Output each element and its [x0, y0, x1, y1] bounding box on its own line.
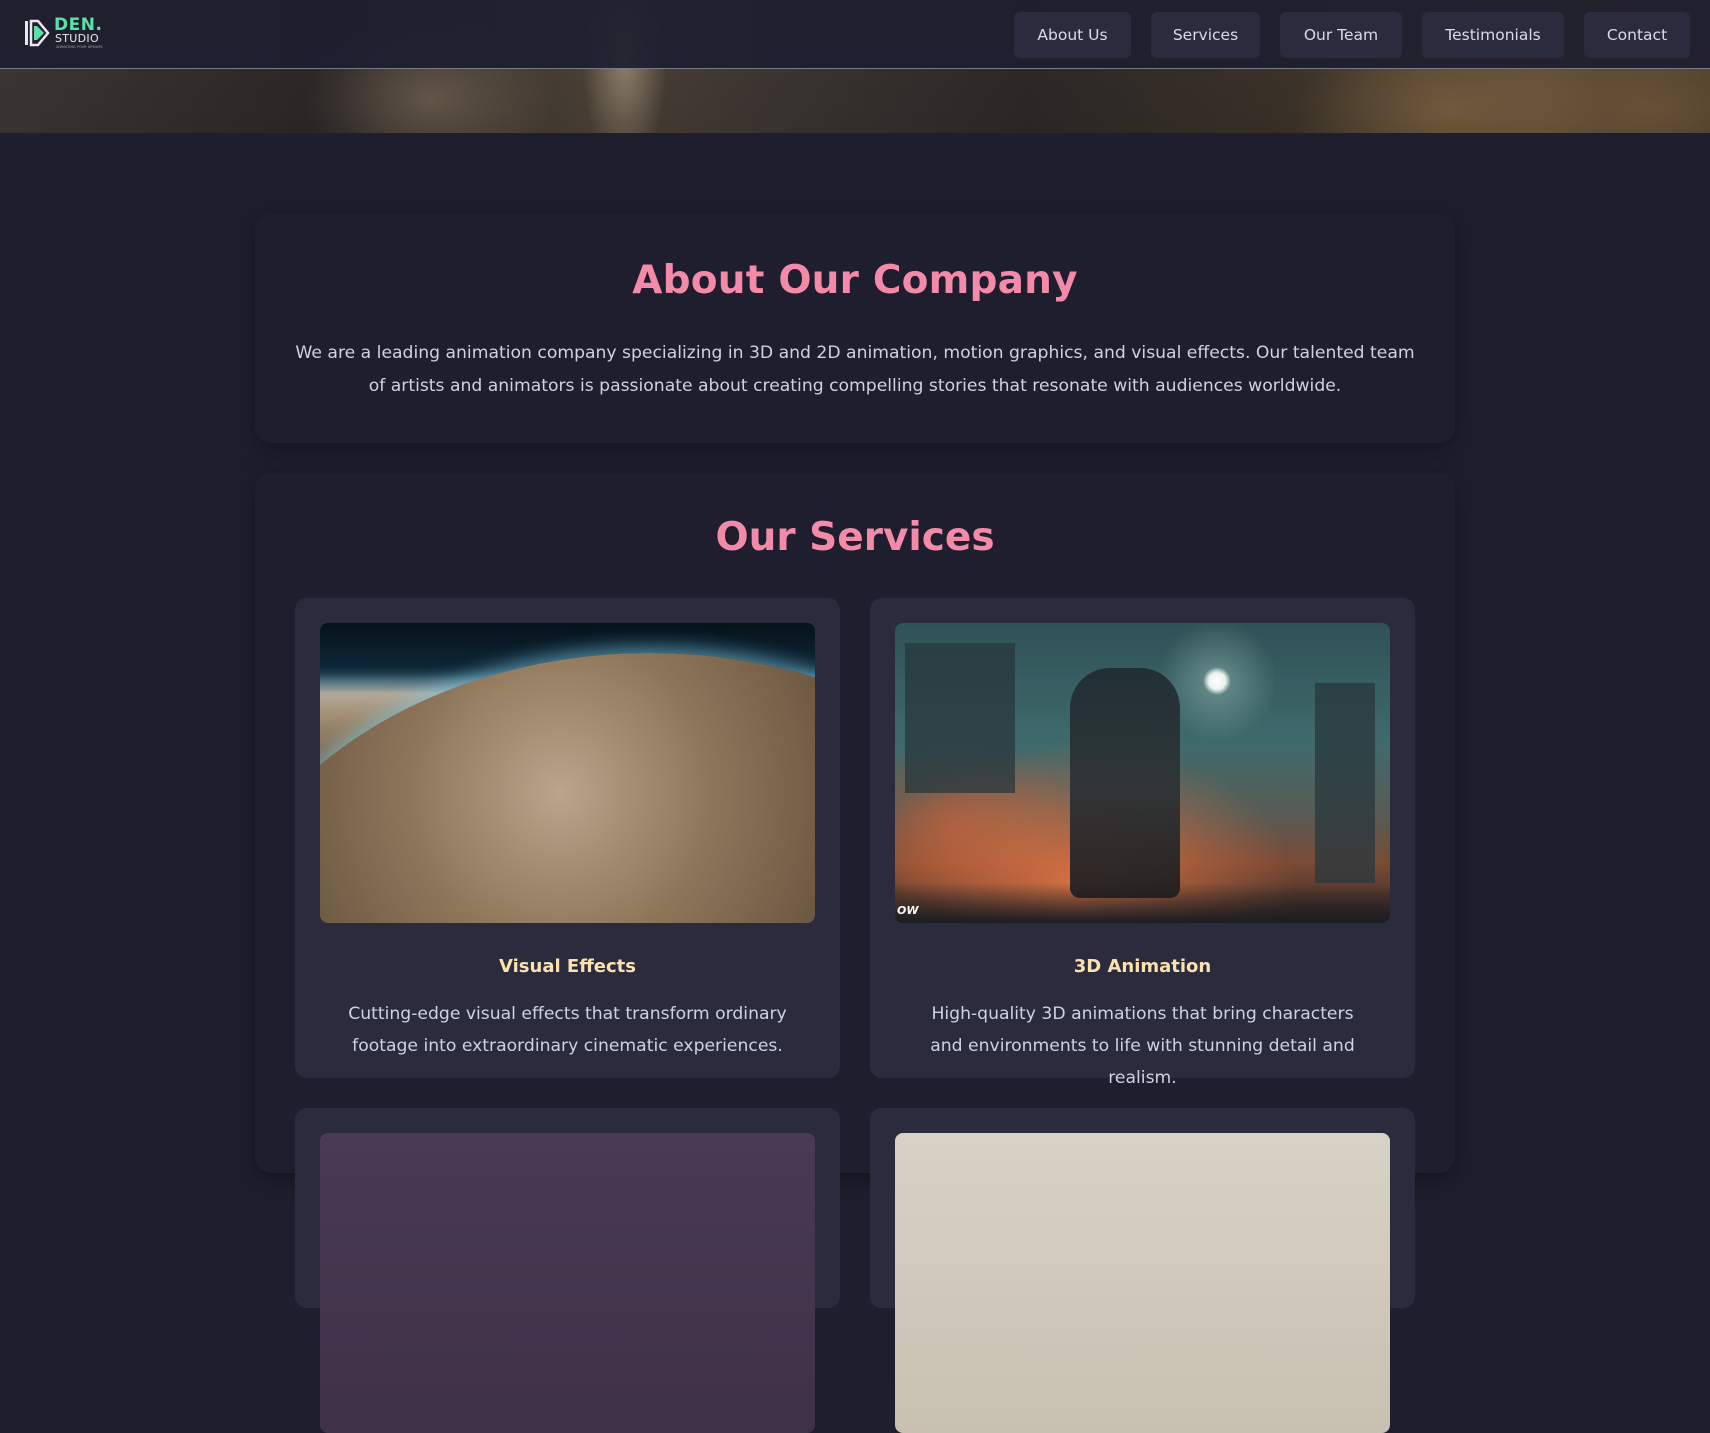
about-section: About Our Company We are a leading anima…	[255, 213, 1455, 443]
nav-about-us-button[interactable]: About Us	[1014, 12, 1131, 58]
warrior-scene-image: OW	[895, 623, 1390, 923]
service-card-partial-left[interactable]	[295, 1108, 840, 1433]
planet-surface	[320, 653, 815, 923]
service-description: Cutting-edge visual effects that transfo…	[348, 1004, 787, 1056]
service-title: Visual Effects	[499, 956, 636, 977]
service-image-partial-right	[895, 1133, 1390, 1433]
logo[interactable]: DEN. STUDIO ANIMATING YOUR DREAMS	[24, 15, 110, 51]
nav-testimonials-button[interactable]: Testimonials	[1422, 12, 1564, 58]
logo-tagline: ANIMATING YOUR DREAMS	[56, 45, 103, 49]
about-title: About Our Company	[632, 258, 1078, 303]
logo-mark-icon	[25, 19, 50, 47]
service-card-partial-right[interactable]	[870, 1108, 1415, 1433]
ruin-right	[1315, 683, 1375, 883]
logo-wordmark-studio: STUDIO	[55, 32, 99, 45]
service-image-partial-left	[320, 1133, 815, 1433]
planet-horizon-image	[320, 623, 815, 923]
service-card-3d-animation[interactable]: OW 3D Animation High-quality 3D animatio…	[870, 598, 1415, 1088]
top-navbar: DEN. STUDIO ANIMATING YOUR DREAMS About …	[0, 0, 1710, 69]
hero-shadow	[0, 70, 1710, 133]
image-watermark: OW	[897, 904, 919, 917]
services-title: Our Services	[715, 515, 995, 560]
ground	[895, 883, 1390, 923]
service-description: High-quality 3D animations that bring ch…	[930, 1004, 1355, 1088]
about-description: We are a leading animation company speci…	[295, 343, 1415, 396]
nav-contact-button[interactable]: Contact	[1584, 12, 1690, 58]
services-section: Our Services Visual Effects Cutting-edge…	[255, 473, 1455, 1433]
nav-our-team-button[interactable]: Our Team	[1280, 12, 1402, 58]
ruin-left	[905, 643, 1015, 793]
service-title: 3D Animation	[1073, 956, 1212, 977]
warrior-figure	[1070, 668, 1180, 898]
nav-services-button[interactable]: Services	[1151, 12, 1260, 58]
service-card-visual-effects[interactable]: Visual Effects Cutting-edge visual effec…	[295, 598, 840, 1078]
